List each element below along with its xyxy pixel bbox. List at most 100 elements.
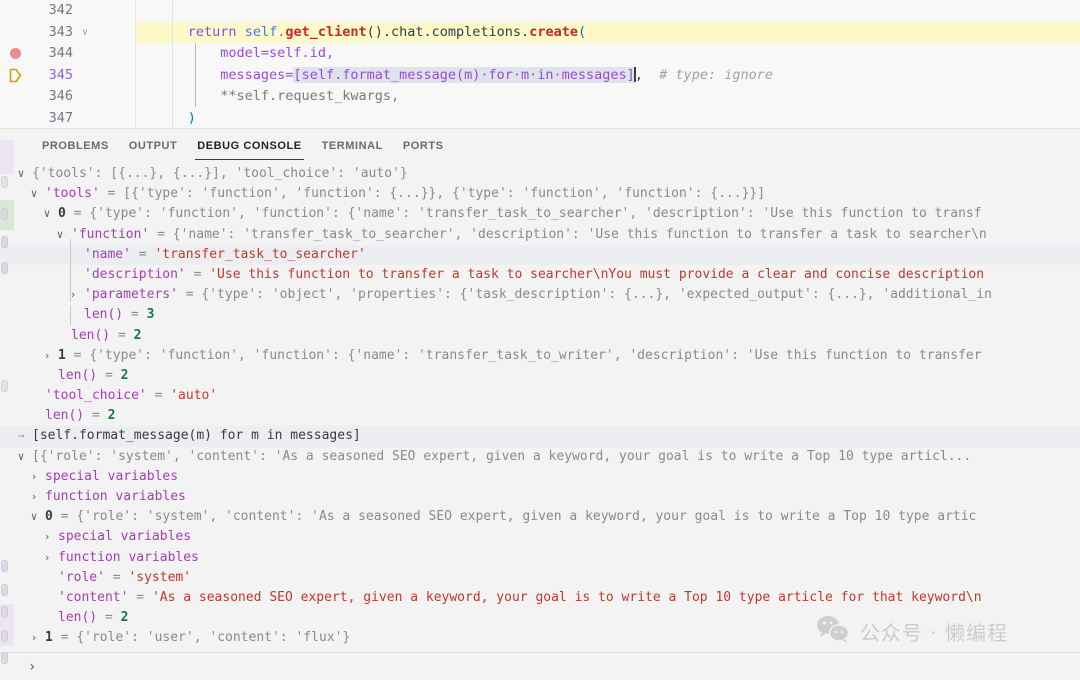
console-row-text: 1 = {'type': 'function', 'function': {'n…	[58, 346, 982, 366]
chevron-right-icon: ›	[28, 659, 36, 675]
console-row[interactable]: len() = 2	[0, 326, 1080, 346]
console-row-text: 'tools' = [{'type': 'function', 'functio…	[45, 184, 765, 204]
console-row-text: 'content' = 'As a seasoned SEO expert, g…	[58, 588, 982, 608]
console-row[interactable]: ∨{'tools': [{...}, {...}], 'tool_choice'…	[0, 164, 1080, 184]
console-row[interactable]: ∨0 = {'role': 'system', 'content': 'As a…	[0, 507, 1080, 527]
code-content: )	[133, 108, 196, 129]
debug-console-output[interactable]: ∨{'tools': [{...}, {...}], 'tool_choice'…	[0, 164, 1080, 652]
tab-debug-console[interactable]: DEBUG CONSOLE	[187, 129, 311, 164]
bottom-panel: PROBLEMS OUTPUT DEBUG CONSOLE TERMINAL P…	[0, 128, 1080, 680]
chevron-down-icon[interactable]: ∨	[14, 164, 28, 184]
console-row-text: 0 = {'role': 'system', 'content': 'As a …	[45, 507, 976, 527]
console-row[interactable]: ›function variables	[0, 548, 1080, 568]
chevron-down-icon[interactable]: ∨	[14, 447, 28, 467]
console-rows: ∨{'tools': [{...}, {...}], 'tool_choice'…	[0, 164, 1080, 652]
code-content: return self.get_client().chat.completion…	[133, 22, 586, 44]
tok-chain: ().chat.completions.	[367, 24, 530, 40]
tok-messages-arg: messages=	[220, 67, 293, 83]
console-row-text: 'description' = 'Use this function to tr…	[84, 265, 984, 285]
debug-pointer-icon[interactable]	[0, 25, 30, 40]
console-row-text: function variables	[45, 487, 186, 507]
console-row-text: len() = 2	[71, 326, 141, 346]
console-row[interactable]: ∨'tools' = [{'type': 'function', 'functi…	[0, 184, 1080, 204]
vscode-window: 342 343 ∨ return self.get_client().chat.…	[0, 0, 1080, 680]
code-line-343[interactable]: 343 ∨ return self.get_client().chat.comp…	[0, 22, 1080, 44]
console-row-text: len() = 2	[45, 649, 115, 653]
code-line-346[interactable]: 346 **self.request_kwargs,	[0, 86, 1080, 108]
tok-create: create	[529, 24, 578, 40]
breakpoint-icon[interactable]	[0, 48, 30, 59]
console-row[interactable]: ›function variables	[0, 487, 1080, 507]
line-number: 344	[30, 43, 75, 65]
chevron-right-icon[interactable]: ›	[40, 548, 54, 568]
console-row-text: 1 = {'role': 'user', 'content': 'flux'}	[45, 628, 350, 648]
line-number: 347	[30, 108, 75, 129]
chevron-down-icon[interactable]: ∨	[40, 204, 54, 224]
chevron-right-icon[interactable]: ›	[40, 527, 54, 547]
console-row[interactable]: 'description' = 'Use this function to tr…	[0, 265, 1080, 285]
console-row-text: len() = 2	[45, 406, 115, 426]
tab-terminal[interactable]: TERMINAL	[312, 129, 393, 164]
chevron-right-icon[interactable]: ›	[27, 467, 41, 487]
code-line-344[interactable]: 344 model=self.id,	[0, 43, 1080, 65]
console-row[interactable]: ∨'function' = {'name': 'transfer_task_to…	[0, 225, 1080, 245]
editor-lines: 342 343 ∨ return self.get_client().chat.…	[0, 0, 1080, 128]
code-line-342[interactable]: 342	[0, 0, 1080, 22]
tab-problems[interactable]: PROBLEMS	[32, 129, 119, 164]
console-row[interactable]: ›'parameters' = {'type': 'object', 'prop…	[0, 285, 1080, 305]
line-number: 346	[30, 86, 75, 108]
console-row-text: len() = 3	[84, 305, 154, 325]
chevron-down-icon[interactable]: ∨	[27, 184, 41, 204]
console-row[interactable]: ›1 = {'type': 'function', 'function': {'…	[0, 346, 1080, 366]
tree-indent-guide	[70, 305, 71, 325]
tok-get-client: get_client	[285, 24, 366, 40]
console-row-text: special variables	[58, 527, 191, 547]
tok-selection: [self.format_message(m)·for·m·in·message…	[293, 67, 634, 83]
console-row[interactable]: 'role' = 'system'	[0, 568, 1080, 588]
console-row-text: 'name' = 'transfer_task_to_searcher'	[84, 245, 366, 265]
panel-tab-bar: PROBLEMS OUTPUT DEBUG CONSOLE TERMINAL P…	[0, 129, 1080, 164]
fold-toggle[interactable]: ∨	[75, 22, 95, 44]
tok-comment: # type: ignore	[659, 67, 773, 83]
console-row[interactable]: 'tool_choice' = 'auto'	[0, 386, 1080, 406]
tab-output[interactable]: OUTPUT	[119, 129, 188, 164]
console-row-text: 'function' = {'name': 'transfer_task_to_…	[71, 225, 987, 245]
console-row[interactable]: →[self.format_message(m) for m in messag…	[0, 426, 1080, 446]
debug-console-input[interactable]: ›	[0, 652, 1080, 680]
console-row[interactable]: ›special variables	[0, 527, 1080, 547]
console-row[interactable]: 'content' = 'As a seasoned SEO expert, g…	[0, 588, 1080, 608]
tok-open-paren: (	[578, 24, 586, 40]
chevron-down-icon[interactable]: ∨	[27, 507, 41, 527]
tok-self: self.	[245, 24, 286, 40]
chevron-right-icon[interactable]: ›	[27, 487, 41, 507]
console-row[interactable]: len() = 2	[0, 406, 1080, 426]
console-row-text: len() = 2	[58, 366, 128, 386]
console-row[interactable]: ›special variables	[0, 467, 1080, 487]
console-row[interactable]: ∨0 = {'type': 'function', 'function': {'…	[0, 204, 1080, 224]
console-row[interactable]: len() = 2	[0, 366, 1080, 386]
chevron-right-icon[interactable]: ›	[40, 346, 54, 366]
line-number: 343	[30, 22, 75, 44]
console-row[interactable]: len() = 3	[0, 305, 1080, 325]
console-row[interactable]: len() = 2	[0, 649, 1080, 653]
gutter-divider-2	[172, 0, 173, 128]
console-row-text: function variables	[58, 548, 199, 568]
code-editor[interactable]: 342 343 ∨ return self.get_client().chat.…	[0, 0, 1080, 128]
tab-ports[interactable]: PORTS	[393, 129, 454, 164]
console-row-text: special variables	[45, 467, 178, 487]
console-row[interactable]: ›1 = {'role': 'user', 'content': 'flux'}	[0, 628, 1080, 648]
chevron-right-icon[interactable]: ›	[66, 285, 80, 305]
chevron-right-icon[interactable]: ›	[27, 628, 41, 648]
console-row[interactable]: 'name' = 'transfer_task_to_searcher'	[0, 245, 1080, 265]
console-row-text: [self.format_message(m) for m in message…	[32, 426, 361, 446]
indent-guide	[195, 43, 196, 107]
code-line-347[interactable]: 347 )	[0, 108, 1080, 129]
line-number: 345	[30, 65, 75, 87]
console-row[interactable]: len() = 2	[0, 608, 1080, 628]
console-row-text: 0 = {'type': 'function', 'function': {'n…	[58, 204, 982, 224]
code-line-345[interactable]: 345 messages=[self.format_message(m)·for…	[0, 65, 1080, 87]
result-arrow-icon[interactable]: →	[14, 426, 28, 446]
line-number: 342	[30, 0, 75, 22]
console-row[interactable]: ∨[{'role': 'system', 'content': 'As a se…	[0, 447, 1080, 467]
chevron-down-icon[interactable]: ∨	[53, 225, 67, 245]
